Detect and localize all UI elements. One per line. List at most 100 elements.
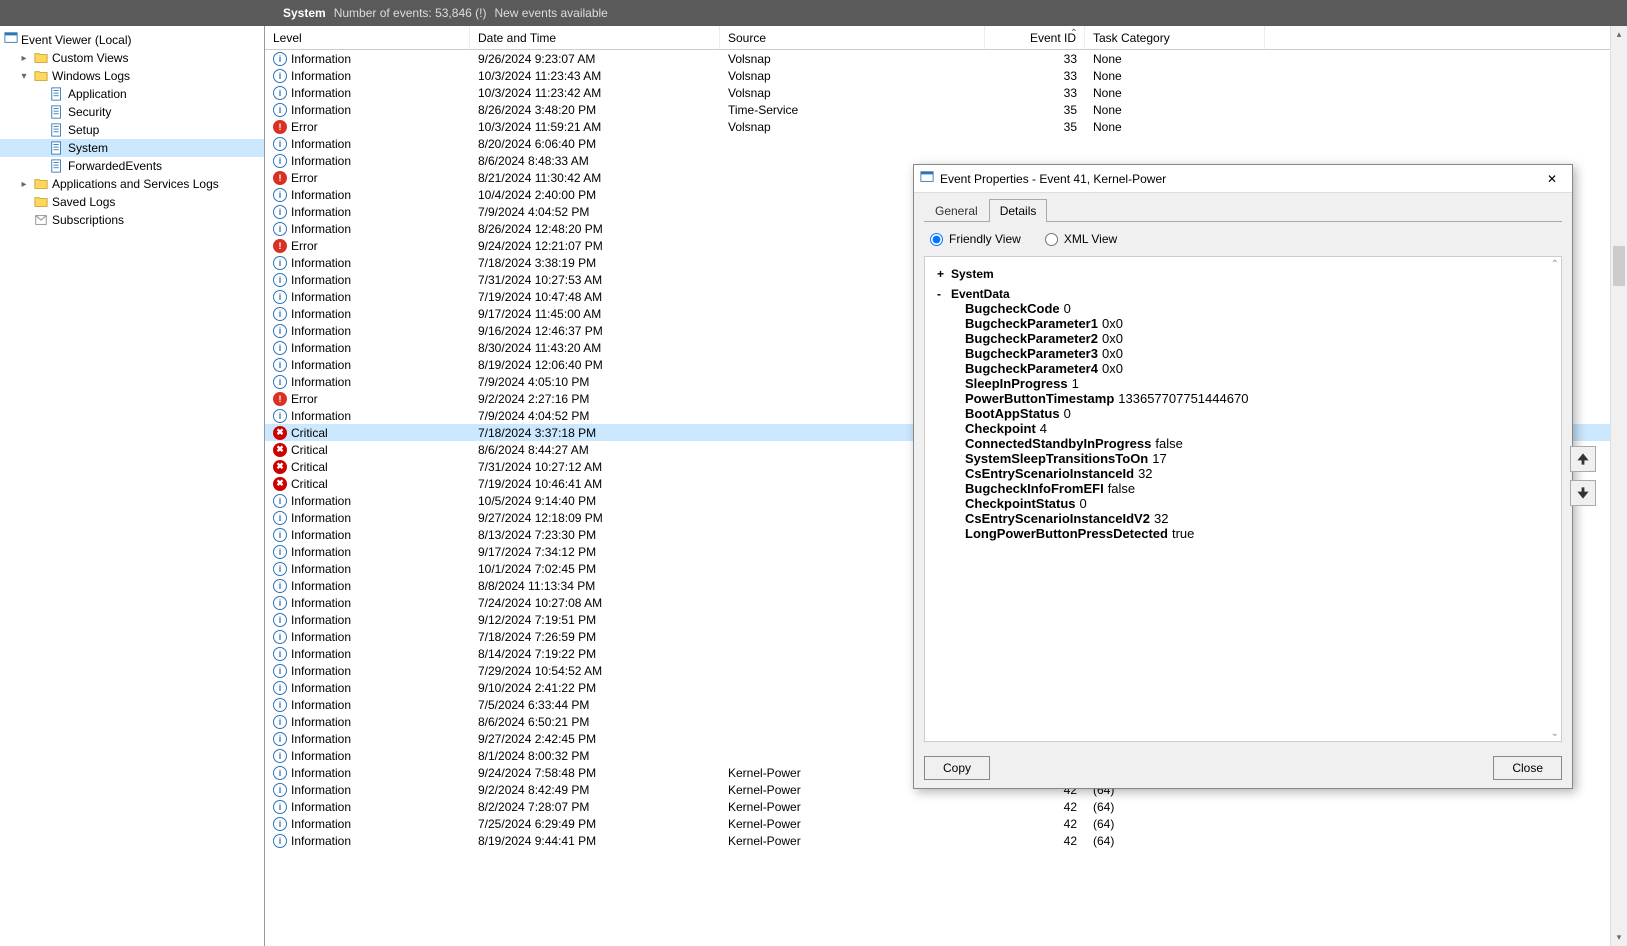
information-icon: i — [273, 800, 287, 814]
event-level: Information — [291, 69, 351, 83]
tree-item-subscriptions[interactable]: Subscriptions — [0, 211, 264, 229]
tree-item-label: Custom Views — [52, 51, 128, 65]
section-system[interactable]: +System — [937, 265, 1549, 281]
information-icon: i — [273, 613, 287, 627]
event-level: Information — [291, 324, 351, 338]
information-icon: i — [273, 715, 287, 729]
view-mode-radios: Friendly View XML View — [924, 222, 1562, 256]
eventdata-value: 4 — [1040, 421, 1047, 436]
eventdata-value: 0x0 — [1102, 316, 1123, 331]
column-eventid[interactable]: Event ID — [985, 26, 1085, 49]
scroll-down-arrow-icon[interactable]: ▾ — [1611, 929, 1627, 946]
information-icon: i — [273, 154, 287, 168]
information-icon: i — [273, 290, 287, 304]
folder-icon — [33, 50, 49, 66]
event-row[interactable]: iInformation9/26/2024 9:23:07 AMVolsnap3… — [265, 50, 1610, 67]
scroll-up-icon[interactable]: ⌃ — [1551, 259, 1559, 270]
column-level[interactable]: Level — [265, 26, 470, 49]
event-row[interactable]: iInformation8/2/2024 7:28:07 PMKernel-Po… — [265, 798, 1610, 815]
close-icon[interactable]: ✕ — [1538, 169, 1566, 189]
folder-icon — [33, 194, 49, 210]
event-level: Information — [291, 579, 351, 593]
navigation-tree: Event Viewer (Local) ▸ Custom Views ▾Windo… — [0, 26, 265, 946]
eventdata-key: ConnectedStandbyInProgress — [965, 436, 1151, 451]
prev-event-button[interactable] — [1570, 446, 1596, 472]
copy-button[interactable]: Copy — [924, 756, 990, 780]
event-date: 9/12/2024 7:19:51 PM — [470, 613, 720, 627]
tree-item-label: Applications and Services Logs — [52, 177, 219, 191]
eventdata-value: 0 — [1064, 301, 1071, 316]
tree-item-windows-logs[interactable]: ▾Windows Logs — [0, 67, 264, 85]
event-date: 10/5/2024 9:14:40 PM — [470, 494, 720, 508]
information-icon: i — [273, 256, 287, 270]
dialog-titlebar[interactable]: Event Properties - Event 41, Kernel-Powe… — [914, 165, 1572, 193]
event-level: Information — [291, 154, 351, 168]
tab-details[interactable]: Details — [989, 199, 1048, 222]
tree-item-label: Setup — [68, 123, 99, 137]
event-date: 7/18/2024 3:38:19 PM — [470, 256, 720, 270]
tree-item-system[interactable]: System — [0, 139, 264, 157]
tree-toggle-icon[interactable]: ▸ — [18, 53, 30, 64]
tree-item-applications-and-services-logs[interactable]: ▸ Applications and Services Logs — [0, 175, 264, 193]
event-task: None — [1085, 52, 1265, 66]
eventdata-key: PowerButtonTimestamp — [965, 391, 1114, 406]
event-date: 10/3/2024 11:59:21 AM — [470, 120, 720, 134]
event-level: Information — [291, 358, 351, 372]
tree-item-security[interactable]: Security — [0, 103, 264, 121]
event-row[interactable]: iInformation8/26/2024 3:48:20 PMTime-Ser… — [265, 101, 1610, 118]
event-level: Information — [291, 749, 351, 763]
section-eventdata[interactable]: -EventData — [937, 285, 1549, 301]
event-source: Volsnap — [720, 86, 985, 100]
event-date: 8/19/2024 12:06:40 PM — [470, 358, 720, 372]
details-content[interactable]: ⌃ +System -EventData BugcheckCode0Bugche… — [924, 256, 1562, 742]
eventdata-bugcheckparameter1: BugcheckParameter10x0 — [937, 316, 1549, 331]
event-row[interactable]: iInformation8/19/2024 9:44:41 PMKernel-P… — [265, 832, 1610, 849]
scroll-thumb[interactable] — [1613, 246, 1625, 286]
tree-item-saved-logs[interactable]: Saved Logs — [0, 193, 264, 211]
radio-xml-view[interactable]: XML View — [1045, 232, 1117, 246]
information-icon: i — [273, 222, 287, 236]
tree-toggle-icon[interactable]: ▸ — [18, 179, 30, 190]
event-date: 9/2/2024 2:27:16 PM — [470, 392, 720, 406]
tab-general[interactable]: General — [924, 199, 989, 222]
radio-friendly-view[interactable]: Friendly View — [930, 232, 1021, 246]
eventdata-key: BugcheckInfoFromEFI — [965, 481, 1104, 496]
next-event-button[interactable] — [1570, 480, 1596, 506]
critical-icon: ✖ — [273, 426, 287, 440]
tree-item-forwardedevents[interactable]: ForwardedEvents — [0, 157, 264, 175]
information-icon: i — [273, 834, 287, 848]
eventdata-longpowerbuttonpressdetected: LongPowerButtonPressDetectedtrue — [937, 526, 1549, 541]
error-icon: ! — [273, 239, 287, 253]
dialog-tabs: General Details — [924, 199, 1562, 222]
column-task[interactable]: Task Category — [1085, 26, 1265, 49]
event-level: Critical — [291, 443, 328, 457]
tree-toggle-icon[interactable]: ▾ — [18, 71, 30, 82]
event-row[interactable]: iInformation8/20/2024 6:06:40 PM — [265, 135, 1610, 152]
information-icon: i — [273, 647, 287, 661]
event-level: Critical — [291, 477, 328, 491]
event-date: 8/20/2024 6:06:40 PM — [470, 137, 720, 151]
event-level: Information — [291, 494, 351, 508]
column-source[interactable]: Source — [720, 26, 985, 49]
event-date: 9/17/2024 7:34:12 PM — [470, 545, 720, 559]
scroll-down-icon[interactable]: ⌄ — [1551, 728, 1559, 739]
event-row[interactable]: iInformation7/25/2024 6:29:49 PMKernel-P… — [265, 815, 1610, 832]
column-date[interactable]: Date and Time — [470, 26, 720, 49]
event-date: 7/31/2024 10:27:12 AM — [470, 460, 720, 474]
event-date: 7/19/2024 10:46:41 AM — [470, 477, 720, 491]
close-button[interactable]: Close — [1493, 756, 1562, 780]
event-row[interactable]: iInformation10/3/2024 11:23:42 AMVolsnap… — [265, 84, 1610, 101]
tree-root[interactable]: Event Viewer (Local) — [0, 30, 264, 49]
event-row[interactable]: iInformation10/3/2024 11:23:43 AMVolsnap… — [265, 67, 1610, 84]
event-level: Information — [291, 766, 351, 780]
tree-item-application[interactable]: Application — [0, 85, 264, 103]
information-icon: i — [273, 596, 287, 610]
vertical-scrollbar[interactable]: ▴ ▾ — [1610, 26, 1627, 946]
information-icon: i — [273, 817, 287, 831]
tree-item-setup[interactable]: Setup — [0, 121, 264, 139]
eventdata-value: 0x0 — [1102, 361, 1123, 376]
tree-item-custom-views[interactable]: ▸ Custom Views — [0, 49, 264, 67]
scroll-up-arrow-icon[interactable]: ▴ — [1611, 26, 1627, 43]
event-row[interactable]: !Error10/3/2024 11:59:21 AMVolsnap35None — [265, 118, 1610, 135]
event-level: Information — [291, 562, 351, 576]
